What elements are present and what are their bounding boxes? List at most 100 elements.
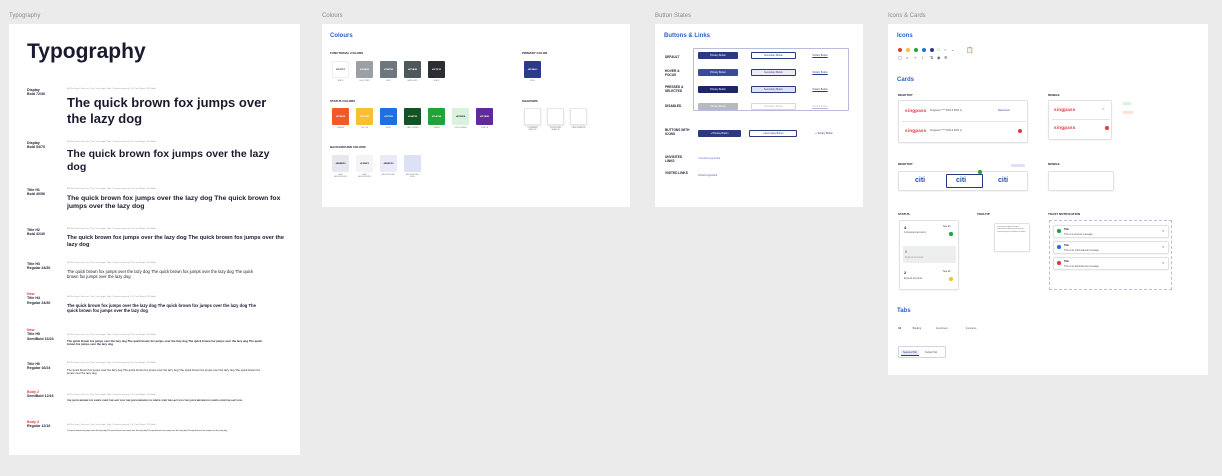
primary-button-default[interactable]: Primary Button (698, 52, 738, 59)
swatch-primary-blue: #2D3A8C (524, 61, 541, 78)
type-sample: The quick brown fox jumps over the lazy … (67, 430, 227, 432)
typography-frame[interactable]: Typography Display Bold 72/36 Brill Pro S… (9, 24, 300, 455)
button-states-frame[interactable]: Buttons & Links DEFAULT HOVER & FOCUS PR… (655, 24, 863, 207)
type-row-h5: New Title H5 SemiBold 16/24 Brill Pro Sans… (27, 328, 289, 350)
type-row-body3: Body 3 Regular 12/16 Brill Pro Sans | Fon… (27, 420, 289, 440)
tab-default[interactable]: Default Tab (925, 351, 937, 354)
swatch-status-blue: #1971E2 (380, 108, 397, 125)
toast-title: Title (1064, 260, 1069, 263)
tabs-segmented: Selected Tab Default Tab (898, 346, 946, 358)
tab-insurance[interactable]: Insurance (966, 327, 977, 330)
tertiary-button-pressed[interactable]: Tertiary Button (805, 86, 835, 93)
toast-title: Title (1064, 228, 1069, 231)
type-meta: Brill Pro Sans | Font size: 72px | Line … (67, 296, 156, 298)
toast-message: This is an informational message. (1064, 249, 1100, 252)
status-text: Expired accounts (904, 277, 923, 280)
swatch-name: WHITE (337, 80, 344, 82)
swatch-name: BACKGROUND (382, 174, 395, 176)
tertiary-icon-button[interactable]: + Tertiary Button (805, 130, 843, 137)
primary-button-pressed[interactable]: Primary Button (698, 86, 738, 93)
shadows-label: SHADOWS (522, 99, 538, 103)
toast-status-icon (1057, 229, 1061, 233)
tab-all[interactable]: All (898, 327, 901, 330)
swatch-name: BLACK (433, 80, 440, 82)
swatch-shadow (570, 108, 587, 125)
visited-links-label: VISITED LINKS (665, 171, 688, 175)
toast-1: Title This is an informational message. × (1053, 241, 1169, 254)
tab-selected[interactable]: Selected Tab (901, 350, 919, 356)
type-meta: Brill Pro Sans | Font size: 72px | Line … (67, 334, 156, 336)
secondary-button-pressed[interactable]: Secondary Button (751, 86, 796, 93)
toast-container: Title This is a success message. × Title Thi… (1049, 220, 1172, 290)
eye-icon: ◉ (937, 55, 941, 60)
type-sample: The quick brown fox jumps over the lazy … (67, 235, 284, 248)
primary-icon-button-label: Primary Button (712, 132, 729, 135)
swatch-white: #FFFFFF (332, 61, 349, 78)
buttons-with-icons-label: BUTTONS WITH ICONS (665, 128, 690, 137)
close-icon[interactable]: × (1162, 244, 1164, 249)
tertiary-button-default[interactable]: Tertiary Button (805, 52, 835, 59)
singpass-logo: singpass (905, 128, 927, 133)
primary-color-label: PRIMARY COLOR (522, 51, 548, 55)
type-tag-spec: Regular 24/30 (27, 300, 51, 305)
checkbox-icon: □ (937, 47, 940, 52)
swatch-name: CONTAINER SHADOW (527, 127, 538, 131)
secondary-icon-button[interactable]: + Secondary Button (749, 130, 797, 137)
colours-frame[interactable]: Colours FUNCTIONAL COLORS PRIMARY COLOR … (322, 24, 630, 207)
swatch-name: LIGHT GREY (359, 80, 370, 82)
close-icon[interactable]: × (1162, 260, 1164, 265)
type-sample: The quick brown fox jumps over the lazy … (67, 269, 254, 280)
status-count: 4 (904, 225, 907, 230)
desktop-label-2: DESKTOP (898, 162, 913, 166)
mobile-account-card[interactable]: singpass ○ singpass (1048, 100, 1112, 140)
type-meta: Brill Pro Sans | Font size: 72px | Line … (67, 394, 156, 396)
swatch-status-yellow: #F9C22E (356, 108, 373, 125)
visited-hyperlink[interactable]: Visited Hyperlink (698, 174, 717, 177)
swatch-status-light-green: #E5F6E8 (452, 108, 469, 125)
swatch-background: #EBEBF0 (332, 155, 349, 172)
status-item-empty: 0 Expired accounts (903, 246, 956, 263)
status-text: Expired accounts (905, 256, 924, 259)
swatch-name: CARD SHADOW (571, 127, 586, 129)
tab-investment[interactable]: Investment (936, 327, 948, 330)
typography-title: Typography (27, 40, 146, 63)
mobile-bank-card[interactable] (1048, 171, 1114, 191)
tertiary-icon-button-label: Tertiary Button (817, 132, 833, 135)
close-icon[interactable]: × (1162, 228, 1164, 233)
type-row-h3: Title H3 Regular 24/30 Brill Pro Sans | F… (27, 262, 289, 282)
swatch-name: BLUE (530, 80, 535, 82)
type-tag-spec: Bold 32/40 (27, 232, 45, 237)
secondary-button-default[interactable]: Secondary Button (751, 52, 796, 59)
desktop-account-card[interactable]: singpass Singpass (**** 5003 & 6061 1) D… (898, 100, 1028, 143)
disconnect-link[interactable]: Disconnect (998, 109, 1010, 112)
info-outline-icon: ⅰ (922, 55, 924, 60)
card-row-text: Singpass (**** 5003 & 6061 1) (930, 129, 963, 132)
settings-icon: ⚙ (944, 55, 948, 60)
unvisited-hyperlink[interactable]: Unvisited Hyperlink (698, 157, 720, 160)
frame-label-icons-cards: Icons & Cards (888, 13, 926, 19)
type-row-body2: Body 2 SemiBold 12/16 Brill Pro Sans | Fo… (27, 390, 289, 410)
swatch-dark-grey: #475A5B (404, 61, 421, 78)
swatch-name: DROPDOWN SHADOW (550, 127, 561, 131)
icons-cards-frame[interactable]: Icons □ ○ ⌄ 📋 ▢ × + ⅰ ⇅ ◉ ⚙ Cards DESKTO… (888, 24, 1208, 375)
success-badge (1123, 102, 1131, 105)
see-all-link[interactable]: See all (943, 270, 950, 273)
tooltip-label: TOOLTIP (977, 212, 990, 216)
primary-icon-button[interactable]: + Primary Button (698, 130, 741, 137)
primary-button-hover[interactable]: Primary Button (698, 69, 738, 76)
desktop-bank-card[interactable]: citi citi citi (898, 170, 1028, 191)
tertiary-button-hover[interactable]: Tertiary Button (805, 69, 835, 76)
swatch-name: DARK GREEN (406, 127, 419, 129)
arrows-icon: ⇅ (930, 55, 934, 60)
see-all-link[interactable]: See all (943, 225, 950, 228)
secondary-icon-button-label: Secondary Button (764, 132, 784, 135)
tooltip-box: Lorem ipsum dolor sit amet consectetur a… (994, 223, 1030, 252)
type-sample: The quick brown fox jumps over the lazy … (67, 368, 261, 376)
tab-banking[interactable]: Banking (913, 327, 922, 330)
plus-icon: + (914, 55, 917, 60)
swatch-status-purple: #5F2B9E (476, 108, 493, 125)
secondary-button-hover[interactable]: Secondary Button (751, 69, 796, 76)
status-colors-label: STATUS COLORS (330, 99, 356, 103)
type-row-h1: Title H1 Bold 40/56 Brill Pro Sans | Font… (27, 188, 289, 214)
status-count: 0 (905, 249, 908, 254)
